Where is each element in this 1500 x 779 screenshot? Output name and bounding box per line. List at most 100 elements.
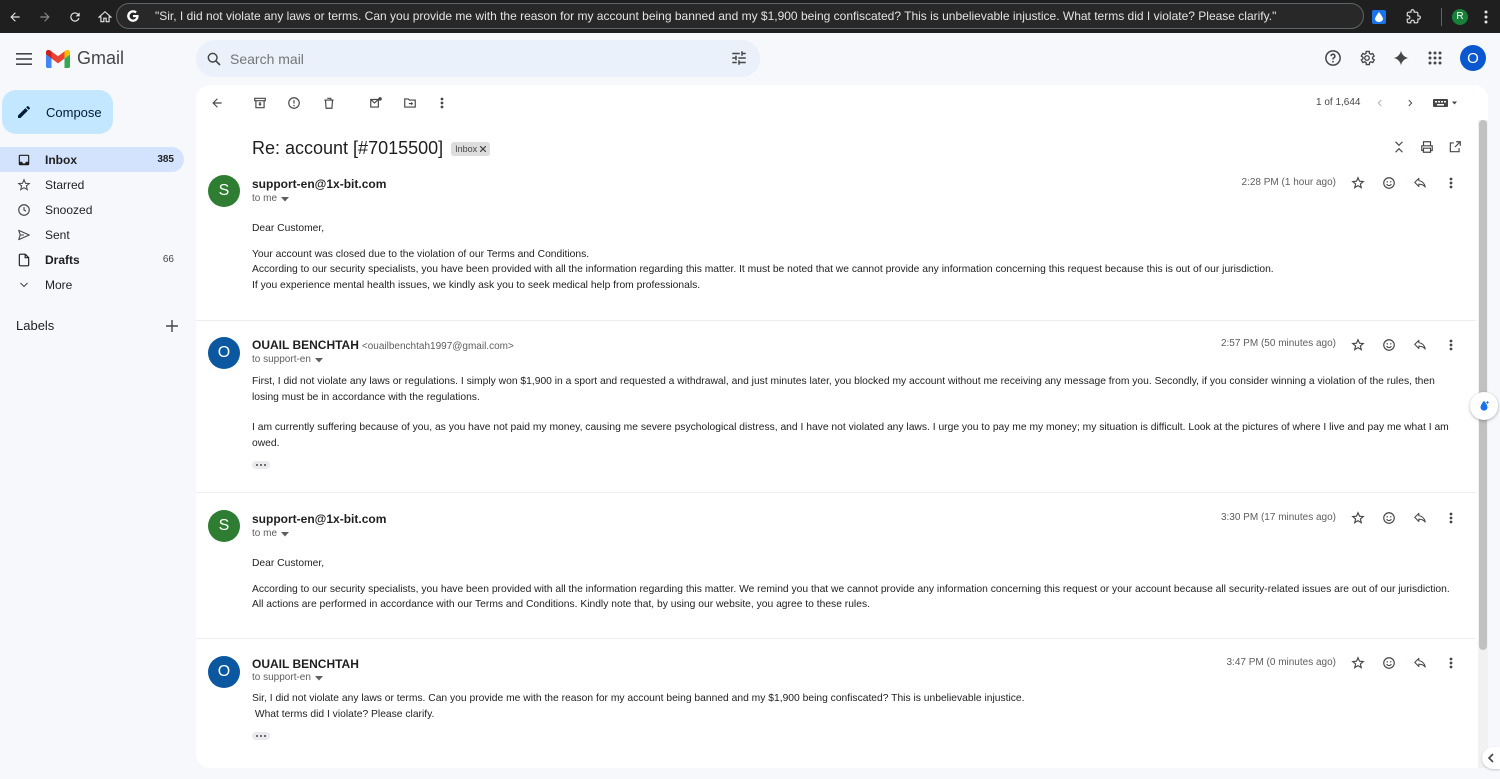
toolbar-divider: [1441, 7, 1442, 26]
settings-gear-icon[interactable]: [1354, 45, 1380, 71]
apps-grid-icon[interactable]: [1422, 45, 1448, 71]
star-icon[interactable]: [1350, 510, 1366, 526]
sidebar-item-label: Drafts: [45, 252, 80, 267]
message-time: 2:57 PM (50 minutes ago): [1220, 338, 1336, 349]
browser-menu-icon[interactable]: [1484, 10, 1488, 24]
emoji-react-icon[interactable]: [1381, 510, 1397, 526]
recipient-details[interactable]: to support-en: [252, 354, 323, 365]
message-more-icon[interactable]: [1443, 510, 1459, 526]
account-avatar[interactable]: O: [1460, 45, 1486, 71]
gmail-logo[interactable]: Gmail: [46, 48, 124, 69]
sidebar-item-starred[interactable]: Starred: [0, 172, 184, 197]
search-options-icon[interactable]: [730, 49, 748, 67]
body-paragraph: If you experience mental health issues, …: [252, 279, 701, 291]
main-menu-icon[interactable]: [12, 47, 36, 71]
sender-name[interactable]: OUAIL BENCHTAH <ouailbenchtah1997@gmail.c…: [252, 338, 514, 352]
reply-icon[interactable]: [1412, 655, 1428, 671]
star-icon[interactable]: [1350, 337, 1366, 353]
star-icon[interactable]: [1350, 175, 1366, 191]
message-body: Dear Customer, According to our security…: [252, 556, 1452, 613]
reload-icon[interactable]: [60, 2, 90, 32]
recipient-details[interactable]: to support-en: [252, 672, 323, 683]
gemini-sparkle-icon[interactable]: [1388, 45, 1414, 71]
reply-icon[interactable]: [1412, 175, 1428, 191]
body-paragraph: I am currently suffering because of you,…: [252, 422, 1449, 449]
reply-icon[interactable]: [1412, 337, 1428, 353]
side-panel-toggle-icon[interactable]: [1482, 747, 1500, 769]
sender-avatar[interactable]: S: [208, 510, 240, 542]
back-to-inbox-icon[interactable]: [209, 95, 225, 111]
delete-trash-icon[interactable]: [321, 95, 337, 111]
open-new-window-icon[interactable]: [1448, 140, 1462, 154]
message-more-icon[interactable]: [1443, 337, 1459, 353]
gmail-m-icon: [46, 49, 70, 68]
caret-down-icon[interactable]: [314, 674, 323, 682]
clock-icon: [17, 203, 31, 217]
sidebar-item-snoozed[interactable]: Snoozed: [0, 197, 184, 222]
sender-avatar[interactable]: O: [208, 656, 240, 688]
sender-email: <ouailbenchtah1997@gmail.com>: [361, 341, 514, 352]
print-icon[interactable]: [1420, 140, 1434, 154]
older-chevron-icon[interactable]: [1402, 95, 1418, 111]
caret-down-icon[interactable]: [281, 530, 290, 538]
sidebar-item-inbox[interactable]: Inbox 385: [0, 147, 184, 172]
star-icon[interactable]: [1350, 655, 1366, 671]
label-chip-inbox[interactable]: Inbox: [451, 141, 491, 156]
sender-avatar[interactable]: O: [208, 337, 240, 369]
browser-toolbar: "Sir, I did not violate any laws or term…: [0, 0, 1500, 33]
side-panel-app-icon[interactable]: [1470, 392, 1498, 420]
archive-icon[interactable]: [252, 95, 268, 111]
reply-icon[interactable]: [1412, 510, 1428, 526]
browser-profile-avatar[interactable]: R: [1452, 8, 1468, 25]
search-icon[interactable]: [206, 51, 222, 67]
sender-name[interactable]: support-en@1x-bit.com: [252, 512, 386, 526]
forward-arrow-icon[interactable]: [30, 2, 60, 32]
back-arrow-icon[interactable]: [0, 2, 30, 32]
emoji-react-icon[interactable]: [1381, 175, 1397, 191]
newer-chevron-icon[interactable]: [1372, 95, 1388, 111]
sidebar-item-more[interactable]: More: [0, 272, 184, 297]
caret-down-icon[interactable]: [314, 356, 323, 364]
message-more-icon[interactable]: [1443, 175, 1459, 191]
compose-button[interactable]: Compose: [2, 90, 113, 134]
remove-label-icon[interactable]: [480, 145, 487, 152]
extension-droplet-icon[interactable]: [1372, 9, 1386, 24]
sender-name[interactable]: OUAIL BENCHTAH: [252, 657, 359, 671]
sender-avatar[interactable]: S: [208, 175, 240, 207]
mark-unread-icon[interactable]: [368, 95, 384, 111]
search-input[interactable]: [230, 50, 710, 67]
more-options-icon[interactable]: [434, 95, 450, 111]
sender-name[interactable]: support-en@1x-bit.com: [252, 177, 386, 191]
add-label-icon[interactable]: [166, 319, 178, 332]
emoji-react-icon[interactable]: [1381, 655, 1397, 671]
move-to-icon[interactable]: [402, 95, 418, 111]
help-icon[interactable]: [1320, 45, 1346, 71]
collapse-all-icon[interactable]: [1392, 140, 1406, 154]
body-paragraph: Dear Customer,: [252, 558, 325, 569]
thread-subject: Re: account [#7015500] Inbox: [252, 138, 491, 159]
input-tools-keyboard-icon[interactable]: [1432, 95, 1462, 111]
sidebar-item-sent[interactable]: Sent: [0, 222, 184, 247]
emoji-react-icon[interactable]: [1381, 337, 1397, 353]
report-spam-icon[interactable]: [286, 95, 302, 111]
recipient-text: to support-en: [252, 672, 311, 683]
sidebar-item-drafts[interactable]: Drafts 66: [0, 247, 184, 272]
message-more-icon[interactable]: [1443, 655, 1459, 671]
message-body: Dear Customer, Your account was closed d…: [252, 221, 1452, 293]
message-divider: [196, 492, 1476, 493]
show-trimmed-content-button[interactable]: [252, 461, 270, 469]
body-paragraph: First, I did not violate any laws or reg…: [252, 376, 1435, 403]
recipient-details[interactable]: to me: [252, 193, 290, 204]
caret-down-icon[interactable]: [281, 195, 290, 203]
scrollbar-thumb[interactable]: [1479, 120, 1487, 650]
sidebar-nav: Inbox 385 Starred Snoozed Sent Drafts 66…: [0, 147, 184, 297]
sidebar-item-label: Inbox: [45, 152, 77, 167]
recipient-details[interactable]: to me: [252, 528, 290, 539]
sender-name-text: support-en@1x-bit.com: [252, 512, 387, 526]
extensions-puzzle-icon[interactable]: [1406, 9, 1421, 24]
recipient-text: to me: [252, 193, 278, 204]
address-bar[interactable]: "Sir, I did not violate any laws or term…: [116, 3, 1364, 29]
search-bar[interactable]: [196, 40, 760, 77]
page-scrollbar[interactable]: [1478, 120, 1488, 768]
show-trimmed-content-button[interactable]: [252, 732, 270, 740]
